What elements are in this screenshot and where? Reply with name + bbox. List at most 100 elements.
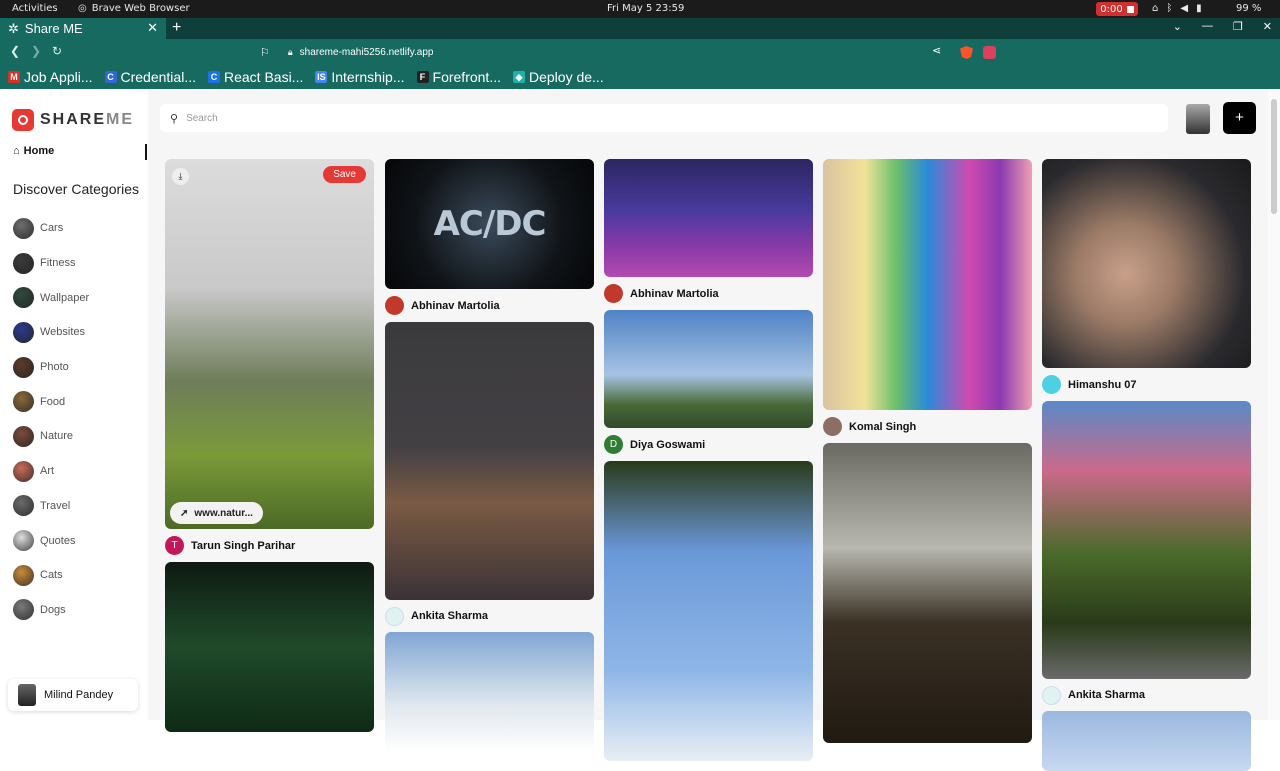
pin-image[interactable]	[1042, 711, 1251, 771]
category-item-nature[interactable]: Nature	[13, 419, 89, 454]
category-item-wallpaper[interactable]: Wallpaper	[13, 280, 89, 315]
back-icon[interactable]: ❮	[10, 44, 20, 58]
tab-bar: ✲ Share ME ✕ + ⌄ — ❐ ✕	[0, 18, 1280, 39]
bookmark-item[interactable]: ◆ Deploy de...	[512, 69, 604, 85]
close-tab-icon[interactable]: ✕	[147, 20, 158, 36]
pin-author[interactable]: T Tarun Singh Parihar	[165, 529, 374, 562]
os-top-bar: Activities ◎ Brave Web Browser Fri May 5…	[0, 0, 1280, 18]
category-item-quotes[interactable]: Quotes	[13, 523, 89, 558]
search-bar[interactable]: ⚲ Search	[160, 104, 1168, 132]
avatar	[1042, 375, 1061, 394]
bookmark-item[interactable]: IS Internship...	[315, 69, 405, 85]
category-item-cars[interactable]: Cars	[13, 211, 89, 246]
pin-image[interactable]: ⤓ Save ➚ www.natur...	[165, 159, 374, 529]
sidebar-item-home[interactable]: ⌂ Home	[13, 145, 54, 157]
address-bar[interactable]: ⚐ 🔒︎ shareme-mahi5256.netlify.app ⋖	[260, 42, 970, 62]
tab-share-me[interactable]: ✲ Share ME ✕	[0, 18, 166, 39]
bookmark-item[interactable]: M Job Appli...	[8, 69, 93, 85]
minimize-icon[interactable]: —	[1202, 20, 1213, 33]
pin-author[interactable]: Ankita Sharma	[385, 600, 594, 632]
category-item-cats[interactable]: Cats	[13, 558, 89, 593]
share-icon[interactable]: ⋖	[932, 44, 941, 57]
url-text[interactable]: shareme-mahi5256.netlify.app	[300, 47, 434, 58]
category-label: Travel	[40, 499, 71, 512]
source-link-button[interactable]: ➚ www.natur...	[170, 502, 263, 524]
profile-avatar[interactable]	[1186, 104, 1210, 134]
category-label: Wallpaper	[40, 291, 90, 304]
pin-image[interactable]	[604, 310, 813, 428]
category-item-food[interactable]: Food	[13, 384, 89, 419]
category-item-fitness[interactable]: Fitness	[13, 246, 89, 281]
logo-text: SHAREME	[40, 111, 135, 128]
new-tab-button[interactable]: +	[172, 18, 181, 38]
pin-image[interactable]: AC/DC	[385, 159, 594, 289]
scrollbar-thumb[interactable]	[1271, 99, 1277, 214]
screen-recording-indicator[interactable]: 0:00	[1096, 2, 1138, 16]
tab-title: Share ME	[24, 21, 83, 36]
shareme-logo[interactable]: SHAREME	[12, 109, 134, 131]
album-title: AC/DC	[433, 204, 547, 244]
avatar	[823, 417, 842, 436]
category-label: Art	[40, 465, 55, 478]
pin-image[interactable]	[604, 461, 813, 761]
category-item-art[interactable]: Art	[13, 454, 89, 489]
pin-image[interactable]	[604, 159, 813, 277]
pin-image[interactable]	[1042, 401, 1251, 679]
category-item-dogs[interactable]: Dogs	[13, 593, 89, 628]
home-icon: ⌂	[13, 145, 20, 157]
category-item-travel[interactable]: Travel	[13, 489, 89, 524]
search-input[interactable]: Search	[186, 113, 218, 124]
search-icon: ⚲	[170, 112, 179, 125]
camera-logo-icon	[12, 109, 34, 131]
lock-icon[interactable]: 🔒︎	[288, 47, 293, 58]
forward-icon[interactable]: ❯	[31, 44, 41, 58]
mail-icon: M	[8, 71, 20, 83]
battery-icon: ▮	[1196, 3, 1202, 14]
pin-image[interactable]	[823, 443, 1032, 743]
tab-list-chevron-icon[interactable]: ⌄	[1173, 20, 1182, 33]
pin-author[interactable]: Himanshu 07	[1042, 368, 1251, 401]
create-pin-button[interactable]: +	[1223, 102, 1256, 134]
clock[interactable]: Fri May 5 23:59	[607, 3, 684, 14]
recording-time: 0:00	[1100, 3, 1123, 15]
pin-image[interactable]	[165, 562, 374, 732]
author-name: Himanshu 07	[1068, 378, 1137, 391]
pin-author[interactable]: Komal Singh	[823, 410, 1032, 443]
link-arrow-icon: ➚	[180, 507, 189, 519]
close-window-icon[interactable]: ✕	[1263, 20, 1272, 33]
download-icon[interactable]: ⤓	[172, 168, 189, 185]
author-name: Abhinav Martolia	[411, 299, 500, 312]
pin-image[interactable]	[385, 322, 594, 600]
pin-author[interactable]: D Diya Goswami	[604, 428, 813, 461]
pin-author[interactable]: Abhinav Martolia	[604, 277, 813, 310]
bookmark-item[interactable]: F Forefront...	[416, 69, 501, 85]
app-menu[interactable]: ◎ Brave Web Browser	[78, 3, 190, 14]
bookmark-item[interactable]: C Credential...	[104, 69, 196, 85]
pin-author[interactable]: Ankita Sharma	[1042, 679, 1251, 711]
bookmark-item[interactable]: C React Basi...	[207, 69, 303, 85]
user-profile-button[interactable]: Milind Pandey	[8, 679, 138, 711]
brave-shields-icon[interactable]	[960, 46, 973, 59]
page-scrollbar[interactable]	[1268, 89, 1280, 720]
reload-icon[interactable]: ↻	[52, 44, 62, 58]
category-item-websites[interactable]: Websites	[13, 315, 89, 350]
course-icon: C	[207, 71, 220, 83]
bookmark-label: Forefront...	[432, 69, 501, 85]
pin-image[interactable]	[385, 632, 594, 752]
pin-image[interactable]	[1042, 159, 1251, 368]
activities-button[interactable]: Activities	[12, 3, 58, 14]
category-item-photo[interactable]: Photo	[13, 350, 89, 385]
category-label: Photo	[40, 361, 69, 374]
pin-author[interactable]: Abhinav Martolia	[385, 289, 594, 322]
avatar: T	[165, 536, 184, 555]
pin-image[interactable]	[823, 159, 1032, 410]
brave-rewards-icon[interactable]	[983, 46, 996, 59]
bluetooth-icon: ᛒ	[1166, 3, 1173, 14]
category-label: Fitness	[40, 257, 76, 270]
maximize-icon[interactable]: ❐	[1233, 20, 1243, 33]
deploy-icon: ◆	[512, 71, 525, 83]
system-tray[interactable]: ⌂ ᛒ ◀ ▮	[1152, 3, 1202, 14]
save-button[interactable]: Save	[323, 166, 366, 183]
bookmark-page-icon[interactable]: ⚐	[260, 46, 270, 59]
category-thumbnail	[13, 530, 34, 552]
